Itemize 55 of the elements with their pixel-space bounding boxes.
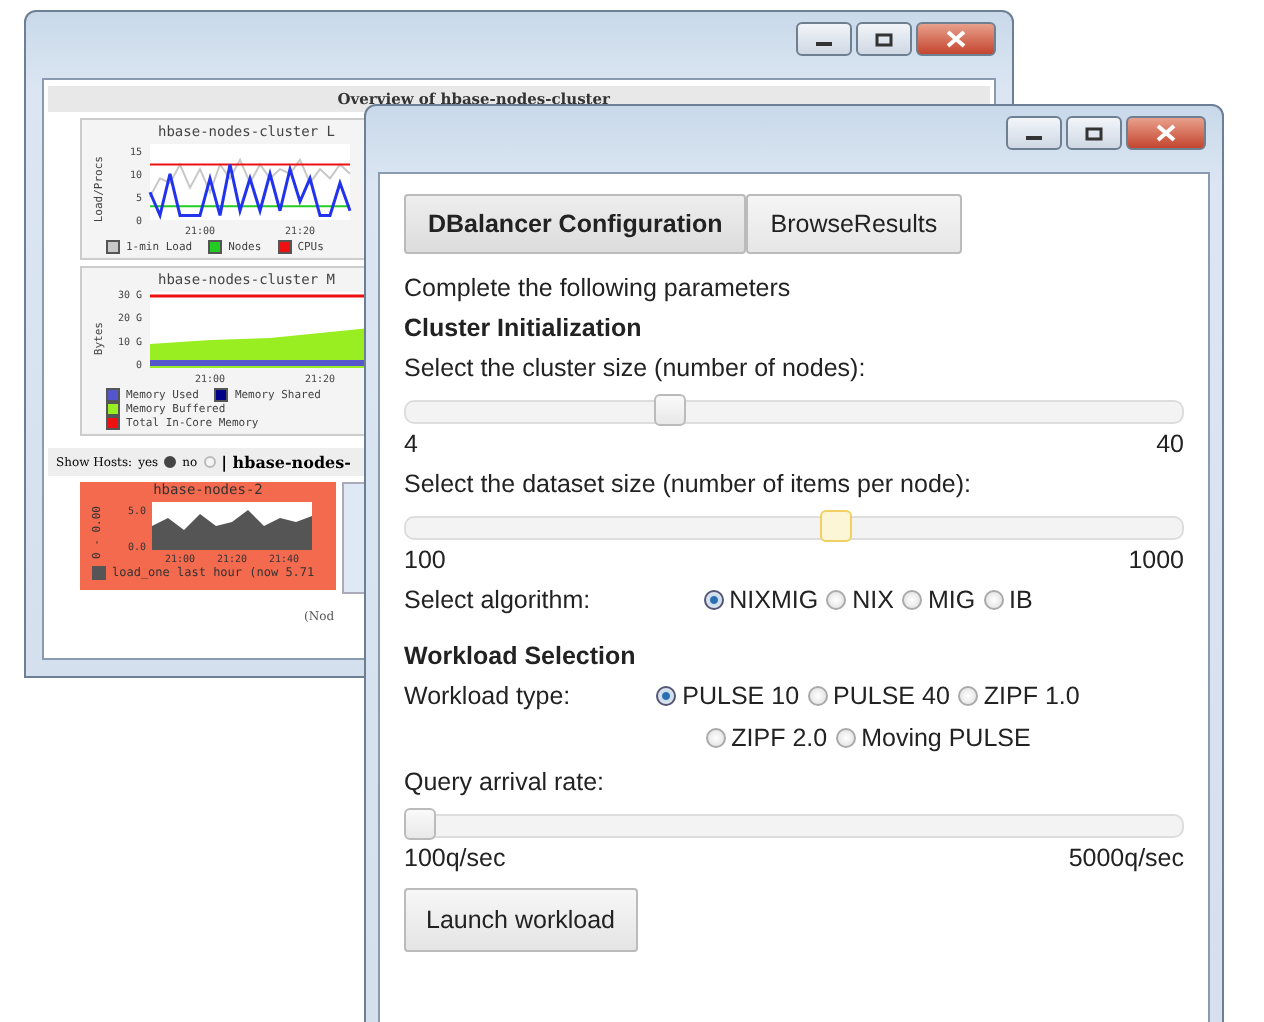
close-icon	[946, 30, 966, 48]
slider-thumb[interactable]	[404, 808, 436, 840]
intro-text: Complete the following parameters	[404, 274, 793, 302]
slider[interactable]	[404, 394, 1184, 426]
radio-button[interactable]	[203, 456, 216, 468]
radio-button[interactable]	[164, 456, 177, 468]
radio-button[interactable]	[807, 686, 828, 706]
slider-label: Query arrival rate:	[404, 768, 607, 796]
close-icon	[1156, 124, 1176, 142]
option-label[interactable]: NIX	[852, 586, 894, 614]
radio-button[interactable]	[703, 590, 724, 610]
slider-label: Select the cluster size (number of nodes):	[404, 354, 868, 382]
field-label: Select algorithm:	[404, 586, 593, 614]
option-label[interactable]: Moving PULSE	[861, 724, 1031, 752]
radio-button[interactable]	[835, 728, 856, 748]
legend-swatch	[92, 566, 106, 580]
launch-button[interactable]: Launch workload	[404, 888, 638, 952]
field-label: Workload type:	[404, 682, 573, 710]
section-title: Cluster Initialization	[404, 314, 644, 342]
close-button[interactable]	[1126, 116, 1206, 150]
option-label[interactable]: NIXMIG	[729, 586, 819, 614]
minimize-button[interactable]	[1006, 116, 1062, 150]
slider[interactable]	[404, 808, 1184, 840]
tab[interactable]: DBalancer Configuration	[404, 194, 747, 254]
slider-thumb[interactable]	[654, 394, 687, 426]
radio-button[interactable]	[957, 686, 978, 706]
option-label[interactable]: PULSE 40	[833, 682, 950, 710]
option-label[interactable]: ZIPF 2.0	[731, 724, 828, 752]
maximize-button[interactable]	[856, 22, 912, 56]
close-button[interactable]	[916, 22, 996, 56]
radio-button[interactable]	[705, 728, 726, 748]
slider-label: Select the dataset size (number of items per node):	[404, 470, 973, 498]
option-label[interactable]: PULSE 10	[682, 682, 800, 710]
option-label[interactable]: IB	[1009, 586, 1033, 614]
min-label: 100q/sec	[404, 844, 506, 872]
slider-thumb[interactable]	[819, 510, 852, 542]
radio-button[interactable]	[983, 590, 1004, 610]
radio-button[interactable]	[826, 590, 847, 610]
radio-button[interactable]	[901, 590, 922, 610]
max-label: 40	[1156, 430, 1184, 458]
max-label: 1000	[1128, 546, 1184, 574]
maximize-button[interactable]	[1066, 116, 1122, 150]
maximize-icon	[1084, 125, 1104, 141]
slider[interactable]	[404, 510, 1184, 542]
maximize-icon	[874, 31, 894, 47]
option-label[interactable]: ZIPF 1.0	[983, 682, 1080, 710]
option-label[interactable]: MIG	[927, 586, 976, 614]
min-label: 4	[404, 430, 418, 458]
minimize-button[interactable]	[796, 22, 852, 56]
tab[interactable]: BrowseResults	[746, 194, 962, 254]
radio-button[interactable]	[656, 686, 677, 706]
section-title: Workload Selection	[404, 642, 638, 670]
min-label: 100	[404, 546, 446, 574]
cluster-link[interactable]: | hbase-nodes-	[221, 452, 351, 472]
max-label: 5000q/sec	[1068, 844, 1184, 872]
